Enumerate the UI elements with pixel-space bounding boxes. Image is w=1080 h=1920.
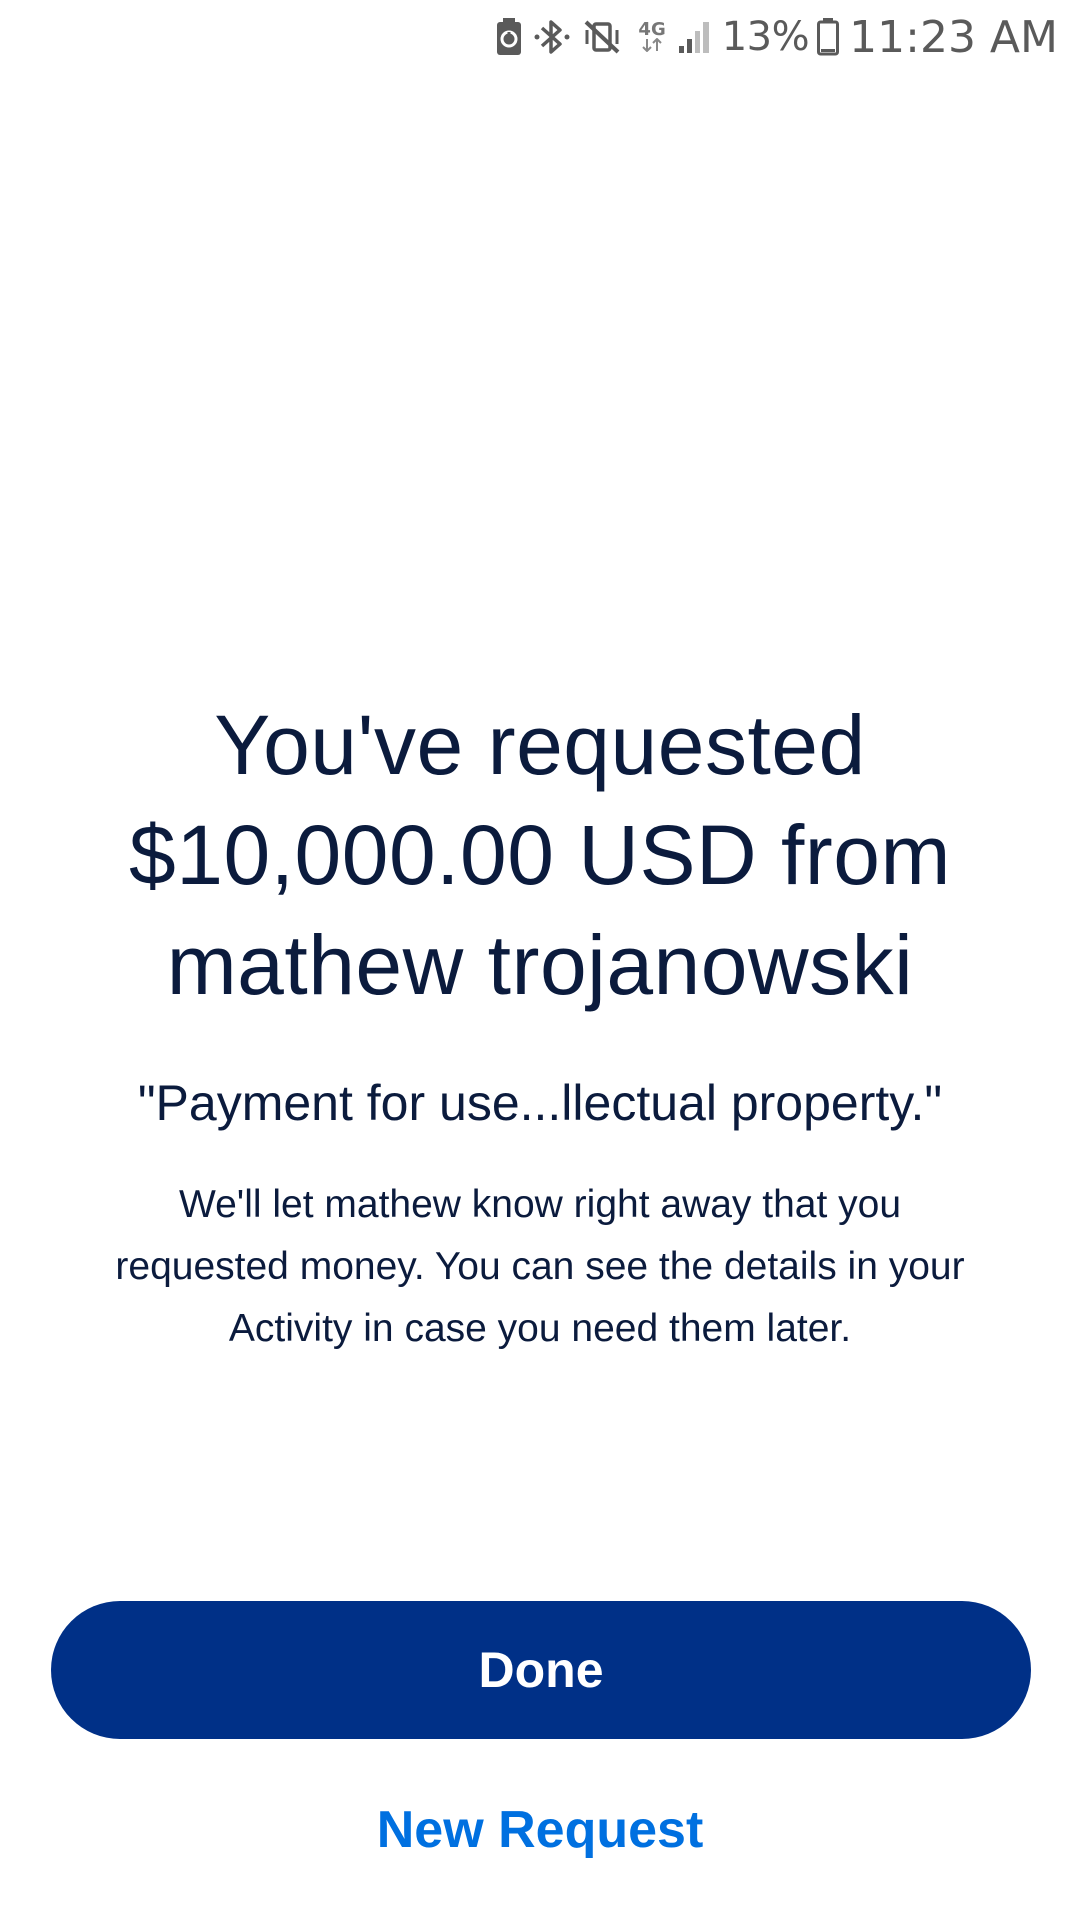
confirmation-headline: You've requested $10,000.00 USD from mat… — [129, 698, 951, 1012]
battery-percent: 13% — [721, 14, 810, 60]
request-confirmation: You've requested $10,000.00 USD from mat… — [0, 690, 1080, 1360]
battery-icon — [817, 18, 840, 56]
bluetooth-icon — [534, 18, 570, 56]
battery-saver-icon — [496, 18, 522, 56]
status-bar: 4G 13% 11:23 AM — [0, 0, 1080, 74]
done-button[interactable]: Done — [51, 1601, 1031, 1739]
request-info-text: We'll let mathew know right away that yo… — [115, 1183, 965, 1350]
new-request-link[interactable]: New Request — [0, 1800, 1080, 1860]
vibrate-mute-icon — [582, 18, 622, 56]
request-note: "Payment for use...llectual property." — [137, 1075, 943, 1131]
network-4g-icon: 4G — [638, 21, 666, 52]
signal-icon — [678, 20, 712, 54]
clock: 11:23 AM — [849, 11, 1058, 63]
